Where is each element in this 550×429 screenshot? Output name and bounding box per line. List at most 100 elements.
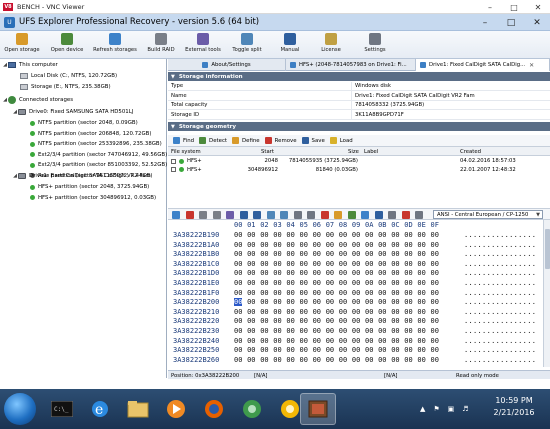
hex-byte[interactable]: 00 [300,250,308,258]
hex-byte[interactable]: 00 [365,269,373,277]
hex-byte[interactable]: 00 [234,279,242,287]
hex-byte[interactable]: 00 [378,289,386,297]
hex-byte[interactable]: 00 [300,356,308,364]
hex-byte[interactable]: 00 [431,317,439,325]
hex-byte[interactable]: 00 [286,317,294,325]
hex-byte[interactable]: 00 [378,269,386,277]
hex-byte[interactable]: 00 [352,260,360,268]
hex-byte[interactable]: 00 [234,356,242,364]
hex-byte[interactable]: 00 [378,231,386,239]
hex-byte[interactable]: 00 [300,337,308,345]
detect-button[interactable]: Detect [199,137,227,144]
hex-byte[interactable]: 00 [260,308,268,316]
hex-byte[interactable]: 00 [417,279,425,287]
define-button[interactable]: Define [232,137,260,144]
hex-byte[interactable]: 00 [260,356,268,364]
taskbar-cmd[interactable]: C:\_ [44,393,80,425]
license-button[interactable]: License [318,33,344,57]
hex-byte[interactable]: 00 [431,231,439,239]
hex-byte[interactable]: 00 [404,298,412,306]
flash-icon[interactable] [401,211,410,219]
hex-byte[interactable]: 00 [431,356,439,364]
row-checkbox[interactable] [171,166,176,174]
tree-partition-item[interactable]: HFS+ partition (sector 2048, 3725.94GB) [30,182,149,192]
flag-icon[interactable]: ⚑ [433,405,439,413]
bookmark-icon[interactable] [320,211,329,219]
hex-byte[interactable]: 00 [404,279,412,287]
hex-byte[interactable]: 00 [273,317,281,325]
hex-byte[interactable]: 00 [352,289,360,297]
hex-ascii[interactable]: ................ [464,260,536,268]
hex-byte[interactable]: 00 [391,356,399,364]
hex-byte[interactable]: 00 [300,231,308,239]
col-start[interactable]: Start [261,147,274,156]
vnc-minimize-icon[interactable]: – [478,0,502,14]
volume-icon[interactable]: ♬ [462,405,468,413]
col-created[interactable]: Created [460,147,481,156]
hex-byte[interactable]: 00 [404,269,412,277]
tab-about-settings[interactable]: About/Settings [168,59,286,71]
hex-byte[interactable]: 00 [417,269,425,277]
tree-partition-item[interactable]: HFS+ partition (sector 304896912, 0.03GB… [30,193,156,203]
hex-byte[interactable]: 00 [300,308,308,316]
hex-byte[interactable]: 00 [365,337,373,345]
taskbar-network-app[interactable] [234,393,270,425]
hex-byte[interactable]: 00 [378,317,386,325]
storage-info-header[interactable]: ▼ Storage information [168,72,550,81]
hex-byte[interactable]: 00 [313,327,321,335]
hex-byte[interactable]: 00 [313,279,321,287]
hex-byte[interactable]: 00 [273,346,281,354]
hex-byte[interactable]: 00 [326,289,334,297]
hex-byte[interactable]: 00 [234,289,242,297]
hex-byte[interactable]: 00 [417,298,425,306]
hex-byte[interactable]: 00 [286,279,294,287]
hex-byte[interactable]: 00 [404,241,412,249]
hex-byte[interactable]: 00 [417,260,425,268]
hex-ascii[interactable]: ................ [464,279,536,287]
vnc-maximize-icon[interactable]: □ [502,0,526,14]
hex-byte[interactable]: 00 [391,250,399,258]
hex-byte[interactable]: 00 [273,289,281,297]
hex-byte[interactable]: 00 [339,289,347,297]
hex-byte[interactable]: 00 [286,269,294,277]
hex-byte[interactable]: 00 [431,298,439,306]
tree-this-computer[interactable]: ◢ This computer [2,60,58,70]
build-raid-button[interactable]: Build RAID [146,33,176,57]
hex-byte[interactable]: 00 [404,231,412,239]
hex-byte[interactable]: 00 [260,298,268,306]
load-button[interactable]: Load [329,137,353,144]
hex-byte[interactable]: 00 [300,269,308,277]
wrap-icon[interactable] [415,211,423,219]
hex-byte[interactable]: 00 [313,356,321,364]
hex-byte[interactable]: 00 [273,260,281,268]
hex-byte[interactable]: 00 [352,250,360,258]
taskbar-clock[interactable]: 10:59 PM 2/21/2016 [488,395,540,419]
hex-byte[interactable]: 00 [378,346,386,354]
hex-byte[interactable]: 00 [273,231,281,239]
taskbar-media-player[interactable] [158,393,194,425]
hex-byte[interactable]: 00 [417,308,425,316]
hex-byte[interactable]: 00 [273,269,281,277]
hex-byte[interactable]: 00 [431,260,439,268]
hex-byte[interactable]: 00 [352,279,360,287]
hex-byte[interactable]: 00 [391,327,399,335]
hex-byte[interactable]: 00 [404,289,412,297]
hex-byte[interactable]: 00 [391,298,399,306]
start-button[interactable] [4,393,36,425]
hex-byte[interactable]: 00 [378,337,386,345]
hex-byte[interactable]: 00 [234,250,242,258]
hex-byte[interactable]: 00 [365,308,373,316]
storage-geometry-header[interactable]: ▼ Storage geometry [168,122,550,131]
hex-byte[interactable]: 00 [260,231,268,239]
hex-byte[interactable]: 00 [378,279,386,287]
hex-byte[interactable]: 00 [378,260,386,268]
hex-scroll-thumb[interactable] [545,229,550,269]
hex-byte[interactable]: 00 [326,241,334,249]
tree-partition-item[interactable]: NTFS partition (sector 206848, 120.72GB) [30,129,151,139]
hex-byte[interactable]: 00 [313,269,321,277]
hex-byte[interactable]: 00 [431,346,439,354]
hex-ascii[interactable]: ................ [464,269,536,277]
hex-byte[interactable]: 00 [313,250,321,258]
hex-byte[interactable]: 00 [339,327,347,335]
hex-byte[interactable]: 00 [234,269,242,277]
